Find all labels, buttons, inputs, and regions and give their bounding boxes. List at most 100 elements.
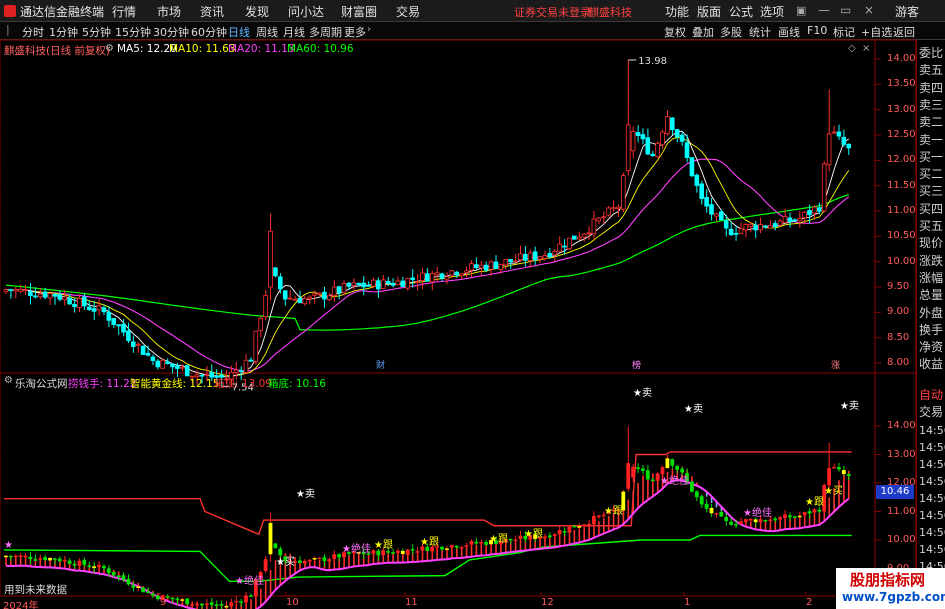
candle-body [336,286,342,294]
candle-body [821,163,827,212]
sub-candle-body [577,526,582,528]
candle-body [777,220,783,226]
sub-candle-body [268,522,273,555]
sub-candle-body [234,600,239,603]
candle-body [557,243,562,253]
sub-candle-body [111,571,116,576]
signal-label: ★跟 [374,539,393,551]
kline-chart-canvas[interactable]: 13.987.54财榜涨 ★卖★卖★卖 ★卖★买★买★绝佳★绝佳★绝佳★绝佳★跟 ★… [0,0,945,609]
candle-body [826,133,832,166]
candle-body [277,276,283,290]
quote-label: 买五 [919,219,944,233]
sub-candle-body [660,467,665,475]
sub-candle-body [680,468,684,473]
candle-body [341,283,347,293]
event-marker: 榜 [632,359,641,371]
sub-candle-body [596,515,601,518]
sub-candle-body [837,467,841,470]
sub-candle-body [690,481,694,492]
candle-body [243,359,249,373]
candle-body [635,132,641,136]
sub-candle-body [582,524,586,527]
candle-body [307,296,312,300]
signal-label: ★跟 [489,533,508,545]
auto-trade-label[interactable]: 自动 [919,386,943,403]
candle-body [483,264,489,271]
candle-body [792,219,798,222]
sub-candle-body [23,555,28,558]
candle-body [812,206,817,214]
sub-candle-body [224,605,229,608]
sub-candle-body [273,543,278,548]
candle-body [67,297,72,305]
sub-candle-body [219,603,224,606]
candle-body [184,365,190,377]
candle-body [116,324,121,327]
high-price-label: 13.98 [638,56,667,67]
candle-body [763,225,768,228]
candle-body [723,220,729,229]
sub-candle-body [650,479,655,482]
candle-body [768,224,773,229]
candle-body [645,137,651,155]
candle-body [709,204,714,215]
sub-candle-body [753,519,758,523]
candle-body [415,281,420,283]
candle-body [429,272,435,283]
future-data-note: 用到未来数据 [4,584,67,596]
signal-label: ★绝佳 [235,574,264,587]
candle-body [493,261,499,270]
sub-candle-body [116,575,121,578]
sub-candle-body [557,530,562,535]
sub-candle-body [802,512,807,516]
sub-candle-body [665,458,670,469]
signal-label: ★绝佳 [342,542,371,555]
sub-candle-body [126,578,131,585]
sub-candle-body [151,593,155,596]
candle-body [621,175,626,210]
sub-candle-body [175,598,180,601]
tick-time: 14:56 [919,441,945,454]
ma10-label: MA10: 11.63 [169,43,236,55]
candle-body [478,264,484,269]
sub-candle-body [449,545,454,548]
sub-candle-body [459,546,464,549]
candle-body [72,303,77,308]
watermark-url: www.7gpzb.com [842,590,945,604]
sub-candle-body [743,519,748,523]
sub-candle-body [141,587,145,593]
ma60-label: MA60: 10.96 [287,43,354,55]
candle-body [518,253,523,261]
candle-body [679,134,685,142]
sub-gear-icon[interactable]: ⚙ [4,375,13,386]
sub-candle-body [121,575,126,580]
candle-body [82,296,87,307]
diamond-icon[interactable]: ◇ [848,43,856,54]
candle-body [121,323,126,333]
candle-body [91,308,97,312]
sub-candle-body [322,557,327,561]
auto-trade-label[interactable]: 交易 [919,403,943,420]
candle-body [503,259,508,266]
candle-body [434,272,440,276]
candle-body [160,359,166,369]
close-panel-icon[interactable]: × [862,43,870,54]
candle-body [47,293,53,299]
signal-label: ★绝佳 [743,506,772,519]
main-y-tick: 12.00 [887,154,916,166]
sub-candle-body [807,511,812,514]
sub-candle-body [298,560,302,564]
candle-body [552,250,557,256]
settings-gear-icon[interactable]: ⚙ [105,43,114,54]
sub-candle-body [396,550,400,553]
sub-candle-body [724,516,729,522]
candle-body [346,282,352,287]
sub-candle-body [190,604,194,606]
signal-label: ★跟 [420,536,439,548]
sub-candle-body [748,518,753,521]
candle-body [23,289,28,292]
sub-candle-body [474,541,479,544]
x-axis-label: 9 [160,597,167,608]
sub-candle-body [508,538,513,541]
sub-candle-body [454,545,459,548]
